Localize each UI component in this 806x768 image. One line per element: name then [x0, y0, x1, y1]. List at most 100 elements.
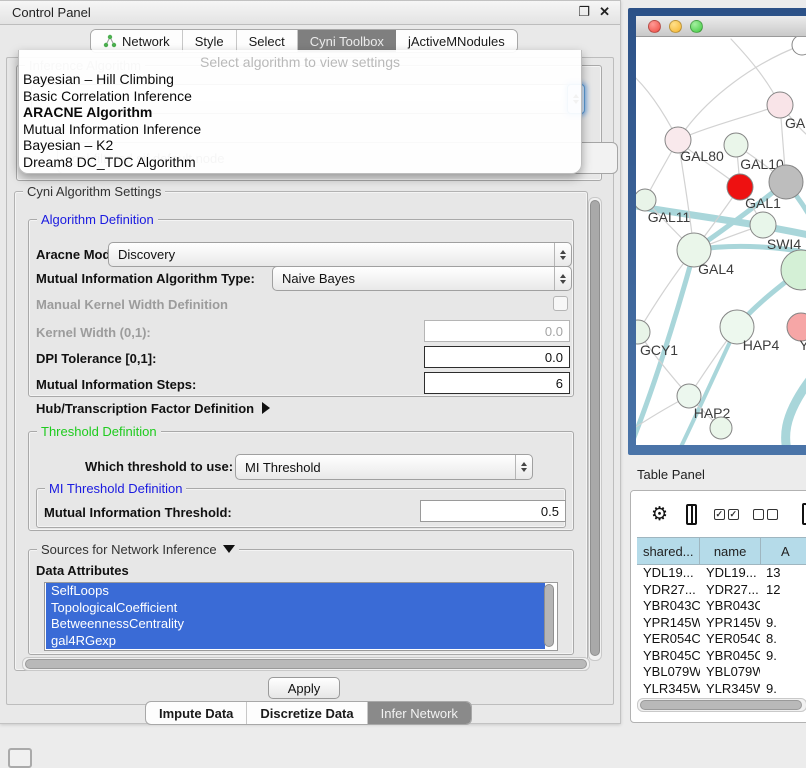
network-node-label: HAP4 — [743, 337, 780, 353]
table-row[interactable]: YBL079WYBL079W — [637, 664, 806, 681]
table-cell: 9. — [760, 615, 806, 632]
table-hscrollbar[interactable] — [637, 698, 806, 712]
manual-kernel-checkbox[interactable] — [553, 296, 568, 311]
control-panel-titlebar[interactable]: Control Panel ❐ ✕ — [0, 1, 620, 25]
mi-threshold-field[interactable]: 0.5 — [420, 500, 566, 522]
tab-infer-network[interactable]: Infer Network — [368, 702, 471, 724]
table-hscrollbar-thumb[interactable] — [640, 700, 802, 710]
collapse-down-icon[interactable] — [223, 545, 235, 553]
combo-stepper-icon[interactable] — [554, 243, 571, 266]
tab-cyni-toolbox[interactable]: Cyni Toolbox — [298, 30, 396, 52]
close-traffic-light-icon[interactable] — [648, 20, 661, 33]
column-layout-icon[interactable] — [686, 504, 697, 525]
expand-right-icon[interactable] — [262, 402, 270, 414]
gear-icon[interactable]: ⚙ — [651, 503, 668, 525]
data-attributes-label: Data Attributes — [36, 563, 129, 578]
network-node[interactable] — [636, 189, 656, 211]
table-row[interactable]: YLR345WYLR345W9. — [637, 681, 806, 698]
zoom-traffic-light-icon[interactable] — [690, 20, 703, 33]
dropdown-item[interactable]: Bayesian – K2 — [23, 137, 113, 153]
network-node[interactable] — [769, 165, 803, 199]
dropdown-item[interactable]: Mutual Information Inference — [23, 121, 201, 137]
network-node[interactable] — [750, 212, 776, 238]
settings-hscrollbar[interactable] — [22, 657, 590, 671]
tab-select[interactable]: Select — [237, 30, 298, 52]
tab-network-label: Network — [122, 34, 170, 49]
combo-stepper-icon[interactable] — [515, 455, 532, 479]
mi-steps-field[interactable]: 6 — [424, 372, 570, 394]
network-edge[interactable] — [786, 372, 806, 445]
settings-scrollbar[interactable] — [588, 197, 602, 661]
kernel-width-field[interactable]: 0.0 — [424, 320, 570, 342]
table-cell: YPR145W — [637, 615, 700, 632]
check-icon: ✓ — [714, 509, 725, 520]
dropdown-item[interactable]: Basic Correlation Inference — [23, 88, 192, 104]
table-row[interactable]: YDR27...YDR27...12 — [637, 582, 806, 599]
list-item[interactable]: gal4RGexp — [46, 633, 545, 650]
mi-threshold-value: 0.5 — [541, 504, 559, 519]
select-all-checks-icon[interactable]: ✓ ✓ — [714, 509, 739, 520]
tab-discretize-data[interactable]: Discretize Data — [247, 702, 367, 724]
threshold-definition-legend: Threshold Definition — [37, 424, 161, 439]
tab-style[interactable]: Style — [183, 30, 237, 52]
network-node[interactable] — [710, 417, 732, 439]
close-window-icon[interactable]: ✕ — [599, 4, 610, 20]
sources-legend[interactable]: Sources for Network Inference — [37, 542, 239, 557]
export-table-icon[interactable] — [802, 503, 806, 525]
attr-list-scrollbar[interactable] — [543, 584, 555, 647]
network-canvas[interactable]: GALGAL80GAL10GAL1GAL11SWI4GAL4GCY1HAP4YH… — [636, 37, 806, 445]
tab-jactivemnodules[interactable]: jActiveMNodules — [396, 30, 517, 52]
list-item[interactable]: TopologicalCoefficient — [46, 600, 545, 617]
table-cell: 8. — [760, 631, 806, 648]
mi-type-combo[interactable]: Naive Bayes — [272, 266, 572, 291]
minimize-traffic-light-icon[interactable] — [669, 20, 682, 33]
network-node-label: GCY1 — [640, 342, 678, 358]
unchecked-icon — [753, 509, 764, 520]
table-panel-titlebar[interactable]: Table Panel — [628, 461, 806, 487]
network-view-window: GALGAL80GAL10GAL1GAL11SWI4GAL4GCY1HAP4YH… — [628, 8, 806, 455]
table-cell: YPR145W — [700, 615, 760, 632]
which-threshold-combo[interactable]: MI Threshold — [235, 454, 533, 480]
settings-hscrollbar-thumb[interactable] — [25, 659, 587, 669]
table-row[interactable]: YER054CYER054C8. — [637, 631, 806, 648]
manual-kernel-label: Manual Kernel Width Definition — [36, 297, 228, 312]
float-window-icon[interactable]: ❐ — [578, 4, 590, 20]
deselect-all-checks-icon[interactable] — [753, 509, 778, 520]
settings-scrollbar-thumb[interactable] — [590, 200, 600, 656]
network-window-titlebar[interactable] — [636, 16, 806, 37]
table-row[interactable]: YDL19...YDL19...13 — [637, 565, 806, 582]
network-node-label: GAL1 — [745, 195, 781, 211]
table-row[interactable]: YBR043CYBR043C — [637, 598, 806, 615]
dropdown-item[interactable]: ARACNE Algorithm — [23, 104, 152, 120]
data-attributes-list[interactable]: SelfLoopsTopologicalCoefficientBetweenne… — [44, 582, 558, 651]
dropdown-item[interactable]: Dream8 DC_TDC Algorithm — [23, 154, 196, 170]
table-column-header[interactable]: shared... — [637, 538, 700, 564]
table-row[interactable]: YPR145WYPR145W9. — [637, 615, 806, 632]
aracne-mode-combo[interactable]: Discovery — [108, 242, 572, 267]
tab-network[interactable]: Network — [91, 30, 183, 52]
network-node[interactable] — [636, 320, 650, 344]
network-node[interactable] — [724, 133, 748, 157]
combo-stepper-icon[interactable] — [554, 267, 571, 290]
table-column-header[interactable]: A — [761, 538, 806, 564]
table-row[interactable]: YBR045CYBR045C9. — [637, 648, 806, 665]
table-cell: YLR345W — [637, 681, 700, 698]
network-node-label: GAL4 — [698, 261, 734, 277]
table-column-header[interactable]: name — [700, 538, 760, 564]
apply-button[interactable]: Apply — [268, 677, 340, 699]
attr-list-scrollbar-thumb[interactable] — [544, 584, 554, 647]
mi-type-value: Naive Bayes — [273, 271, 554, 286]
hub-definition-label[interactable]: Hub/Transcription Factor Definition — [36, 401, 270, 416]
dpi-tolerance-field[interactable]: 0.0 — [424, 346, 570, 368]
tab-style-label: Style — [195, 34, 224, 49]
network-node[interactable] — [792, 37, 806, 55]
panel-restore-button[interactable] — [8, 748, 32, 768]
list-item[interactable]: BetweennessCentrality — [46, 616, 545, 633]
list-item[interactable]: SelfLoops — [46, 583, 545, 600]
network-graph[interactable]: GALGAL80GAL10GAL1GAL11SWI4GAL4GCY1HAP4YH… — [636, 37, 806, 445]
tab-impute-data[interactable]: Impute Data — [146, 702, 247, 724]
table-cell: YER054C — [700, 631, 760, 648]
dpi-tolerance-label: DPI Tolerance [0,1]: — [36, 351, 156, 366]
network-node-label: GAL80 — [680, 148, 724, 164]
dropdown-item[interactable]: Bayesian – Hill Climbing — [23, 71, 174, 87]
